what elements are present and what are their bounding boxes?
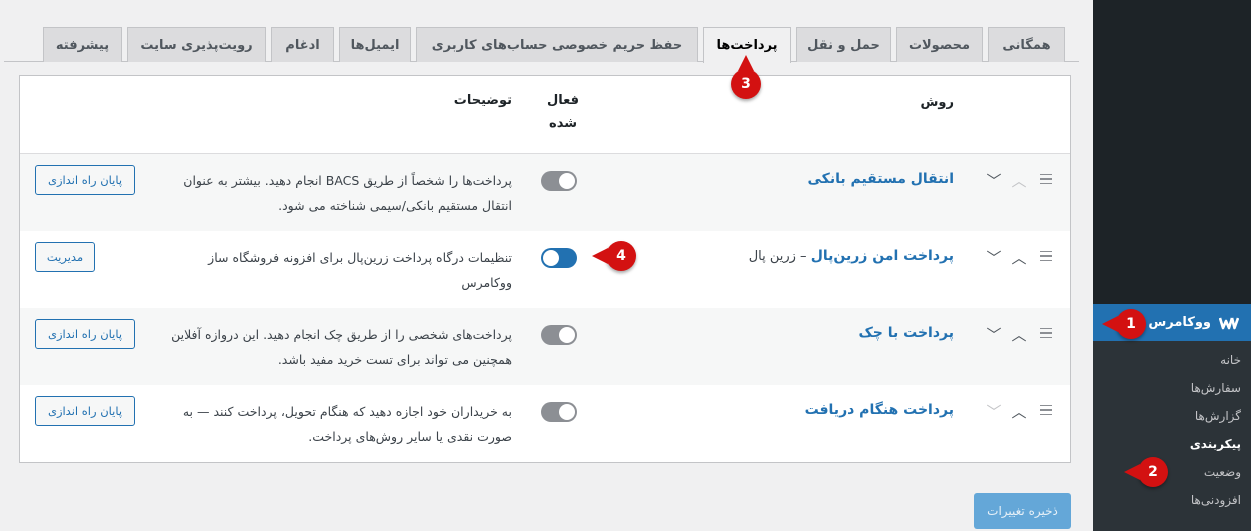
chevron-up-icon[interactable]: ︿ bbox=[1009, 247, 1029, 267]
payment-method-name[interactable]: پرداخت با چک bbox=[858, 325, 954, 341]
sidebar-subitem-home[interactable]: خانه bbox=[1220, 353, 1241, 367]
finish-setup-button[interactable]: پایان راه اندازی bbox=[35, 319, 135, 349]
table-header: روش فعال شده توضیحات bbox=[20, 76, 1070, 154]
tab-site-visibility[interactable]: رویت‌پذیری سایت bbox=[127, 27, 266, 62]
tab-emails[interactable]: ایمیل‌ها bbox=[339, 27, 411, 62]
woocommerce-icon bbox=[1218, 316, 1240, 330]
payment-method-description: به خریداران خود اجازه دهید که هنگام تحوی… bbox=[182, 404, 512, 444]
annotation-marker-4: 4 bbox=[592, 241, 636, 271]
annotation-marker-1: 1 bbox=[1102, 309, 1146, 339]
chevron-down-icon[interactable]: ﹀ bbox=[984, 401, 1004, 421]
drag-handle-icon[interactable] bbox=[1040, 247, 1052, 265]
chevron-down-icon[interactable]: ﹀ bbox=[984, 170, 1004, 190]
annotation-marker-3: 3 bbox=[731, 55, 761, 99]
save-changes-button[interactable]: ذخیره تغییرات bbox=[974, 493, 1071, 529]
sidebar-subitem-status[interactable]: وضعیت bbox=[1204, 465, 1241, 479]
column-description: توضیحات bbox=[453, 93, 512, 108]
drag-handle-icon[interactable] bbox=[1040, 170, 1052, 188]
manage-button[interactable]: مدیریت bbox=[35, 242, 95, 272]
finish-setup-button[interactable]: پایان راه اندازی bbox=[35, 165, 135, 195]
chevron-down-icon[interactable]: ﹀ bbox=[984, 324, 1004, 344]
drag-handle-icon[interactable] bbox=[1040, 401, 1052, 419]
payment-method-description: پرداخت‌ها را شخصاً از طریق BACS انجام ده… bbox=[183, 173, 512, 213]
payment-method-description: پرداخت‌های شخصی را از طریق چک انجام دهید… bbox=[171, 327, 512, 367]
payment-method-name[interactable]: پرداخت هنگام دریافت bbox=[805, 402, 954, 418]
column-method: روش bbox=[920, 95, 954, 110]
sidebar-item-label: ووکامرس bbox=[1148, 315, 1211, 330]
payment-method-name[interactable]: پرداخت امن زرین‌پال – زرین پال bbox=[749, 248, 954, 264]
enable-toggle[interactable] bbox=[541, 402, 577, 422]
payment-method-description: تنظیمات درگاه پرداخت زرین‌پال برای افزون… bbox=[208, 250, 512, 290]
column-enabled-line2: شده bbox=[549, 116, 577, 131]
sidebar-submenu: خانه سفارش‌ها گزارش‌ها پیکربندی وضعیت اف… bbox=[1093, 341, 1251, 531]
tab-accounts-privacy[interactable]: حفظ حریم خصوصی حساب‌های کاربری bbox=[416, 27, 698, 62]
table-row: ︿ ﹀ انتقال مستقیم بانکی پرداخت‌ها را شخص… bbox=[20, 154, 1070, 231]
payment-methods-table: روش فعال شده توضیحات ︿ ﹀ انتقال مستقیم ب… bbox=[19, 75, 1071, 463]
tab-products[interactable]: محصولات bbox=[896, 27, 983, 62]
active-indicator bbox=[1085, 314, 1093, 330]
enable-toggle[interactable] bbox=[541, 325, 577, 345]
chevron-up-icon[interactable]: ︿ bbox=[1009, 324, 1029, 344]
annotation-marker-2: 2 bbox=[1124, 457, 1168, 487]
finish-setup-button[interactable]: پایان راه اندازی bbox=[35, 396, 135, 426]
tab-integration[interactable]: ادغام bbox=[271, 27, 334, 62]
tab-advanced[interactable]: پیشرفته bbox=[43, 27, 122, 62]
drag-handle-icon[interactable] bbox=[1040, 324, 1052, 342]
column-enabled: فعال شده bbox=[543, 93, 583, 131]
sidebar-subitem-extensions[interactable]: افزودنی‌ها bbox=[1191, 493, 1241, 507]
table-row: ︿ ﹀ پرداخت هنگام دریافت به خریداران خود … bbox=[20, 385, 1070, 462]
sidebar-subitem-orders[interactable]: سفارش‌ها bbox=[1191, 381, 1241, 395]
table-row: ︿ ﹀ پرداخت با چک پرداخت‌های شخصی را از ط… bbox=[20, 308, 1070, 385]
tab-shipping[interactable]: حمل و نقل bbox=[796, 27, 891, 62]
chevron-down-icon[interactable]: ﹀ bbox=[984, 247, 1004, 267]
sidebar-subitem-reports[interactable]: گزارش‌ها bbox=[1195, 409, 1241, 423]
chevron-up-icon[interactable]: ︿ bbox=[1009, 401, 1029, 421]
tab-general[interactable]: همگانی bbox=[988, 27, 1065, 62]
enable-toggle[interactable] bbox=[541, 248, 577, 268]
payment-method-name[interactable]: انتقال مستقیم بانکی bbox=[808, 171, 954, 187]
table-row: ︿ ﹀ پرداخت امن زرین‌پال – زرین پال تنظیم… bbox=[20, 231, 1070, 308]
chevron-up-icon[interactable]: ︿ bbox=[1009, 170, 1029, 190]
column-enabled-line1: فعال bbox=[546, 93, 579, 108]
admin-sidebar: ووکامرس خانه سفارش‌ها گزارش‌ها پیکربندی … bbox=[1085, 0, 1251, 531]
enable-toggle[interactable] bbox=[541, 171, 577, 191]
sidebar-subitem-settings[interactable]: پیکربندی bbox=[1190, 437, 1241, 451]
